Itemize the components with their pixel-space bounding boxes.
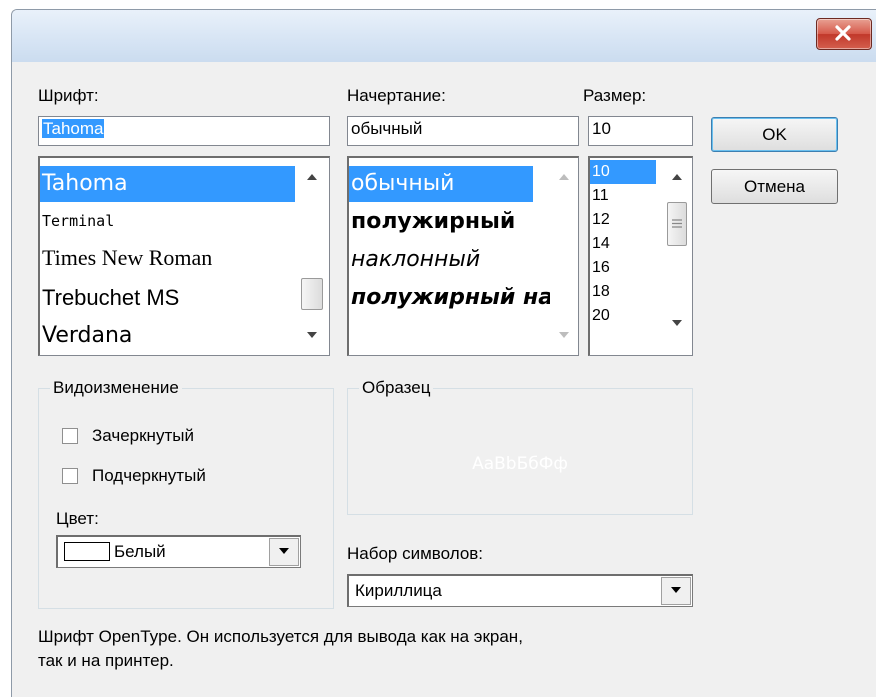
size-item[interactable]: 18 [590,280,610,304]
underline-checkbox[interactable] [62,468,78,484]
size-item[interactable]: 10 [590,160,656,184]
color-select[interactable]: Белый [56,535,301,568]
color-swatch [64,542,110,561]
font-item-verdana[interactable]: Verdana [40,318,132,354]
style-list-scrollbar[interactable] [550,158,578,355]
style-listbox[interactable]: обычный полужирный наклонный полужирный … [347,156,579,356]
title-bar [12,10,876,62]
size-item[interactable]: 12 [590,208,610,232]
size-input[interactable]: 10 [588,116,693,146]
font-listbox[interactable]: Tahoma Terminal Times New Roman Trebuche… [38,156,330,356]
size-item[interactable]: 11 [590,184,609,208]
size-listbox[interactable]: 10 11 12 14 16 18 20 [588,156,693,356]
size-list-scroll-thumb[interactable] [667,202,687,246]
charset-dropdown-button[interactable] [661,577,691,605]
size-list-scrollbar[interactable] [662,158,692,355]
font-item-tahoma[interactable]: Tahoma [40,166,296,202]
charset-label: Набор символов: [347,544,484,563]
style-item-bold[interactable]: полужирный [349,204,515,240]
scroll-up-arrow-icon[interactable] [662,166,692,188]
font-dialog: Шрифт: Tahoma Tahoma Terminal Times New … [11,9,876,697]
charset-select[interactable]: Кириллица [347,574,693,607]
color-value: Белый [114,542,166,561]
scroll-up-arrow-icon[interactable] [295,166,329,188]
strikeout-label: Зачеркнутый [92,426,194,445]
size-item[interactable]: 14 [590,232,610,256]
font-name-value: Tahoma [42,119,105,138]
effects-group-title: Видоизменение [50,378,182,398]
size-item[interactable]: 20 [590,304,610,328]
style-input[interactable]: обычный [347,116,579,146]
style-item-bold-italic[interactable]: полужирный наклонный [349,280,578,316]
close-button[interactable] [816,18,872,50]
size-item[interactable]: 16 [590,256,610,280]
sample-group-title: Образец [359,378,434,398]
style-item-regular[interactable]: обычный [349,166,533,202]
font-list-scroll-thumb[interactable] [301,278,323,310]
underline-label: Подчеркнутый [92,466,206,485]
scroll-down-arrow-icon[interactable] [550,324,578,346]
description-line-2: так и на принтер. [38,651,174,670]
chevron-down-icon [279,548,289,554]
font-item-trebuchet-ms[interactable]: Trebuchet MS [40,280,179,316]
font-list-scrollbar[interactable] [295,158,329,355]
color-dropdown-button[interactable] [269,538,299,566]
color-label: Цвет: [56,509,99,528]
font-item-times-new-roman[interactable]: Times New Roman [40,240,212,276]
font-name-input[interactable]: Tahoma [38,116,330,146]
cancel-button[interactable]: Отмена [711,169,838,204]
font-label: Шрифт: [38,86,99,105]
ok-button[interactable]: OK [711,117,838,152]
style-item-italic[interactable]: наклонный [349,242,480,278]
chevron-down-icon [671,587,681,593]
strikeout-checkbox[interactable] [62,428,78,444]
size-label: Размер: [583,86,647,105]
description-line-1: Шрифт OpenType. Он используется для выво… [38,627,523,646]
font-item-terminal[interactable]: Terminal [40,206,114,236]
scroll-up-arrow-icon[interactable] [550,166,578,188]
charset-value: Кириллица [355,581,442,600]
scroll-down-arrow-icon[interactable] [295,324,329,346]
sample-text: AaBbБбФф [472,454,568,474]
scroll-down-arrow-icon[interactable] [662,312,692,334]
effects-group [38,388,334,609]
style-label: Начертание: [347,86,446,105]
sample-group [347,388,693,515]
